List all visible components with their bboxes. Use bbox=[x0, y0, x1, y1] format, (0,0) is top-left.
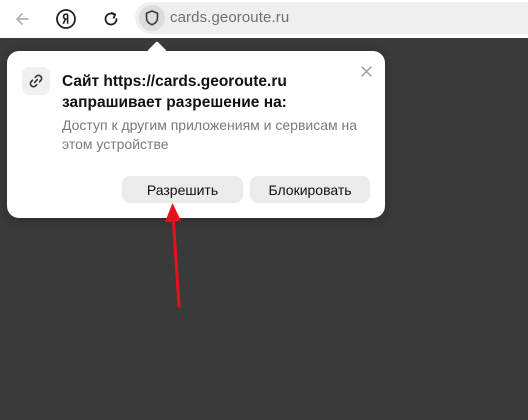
link-icon bbox=[29, 74, 43, 88]
permission-popup: Сайт https://cards.georoute.ru запрашива… bbox=[7, 41, 385, 218]
shield-icon bbox=[145, 10, 159, 26]
url-text: cards.georoute.ru bbox=[170, 9, 290, 26]
allow-button[interactable]: Разрешить bbox=[122, 176, 243, 203]
popup-tail bbox=[147, 41, 167, 61]
browser-toolbar: cards.georoute.ru bbox=[0, 0, 528, 38]
permission-icon-badge bbox=[22, 67, 50, 95]
popup-description: Доступ к другим приложениям и сервисам н… bbox=[62, 117, 358, 152]
address-bar[interactable]: cards.georoute.ru bbox=[135, 2, 528, 34]
reload-icon bbox=[104, 12, 118, 26]
back-button[interactable] bbox=[7, 4, 37, 34]
yandex-logo-icon bbox=[56, 9, 76, 29]
back-arrow-icon bbox=[16, 13, 29, 25]
yandex-button[interactable] bbox=[51, 4, 81, 34]
close-icon bbox=[360, 65, 372, 77]
reload-button[interactable] bbox=[96, 4, 126, 34]
block-button[interactable]: Блокировать bbox=[250, 176, 370, 203]
site-security-button[interactable] bbox=[139, 5, 165, 31]
popup-title: Сайт https://cards.georoute.ru запрашива… bbox=[62, 73, 287, 111]
close-button[interactable] bbox=[356, 61, 376, 81]
